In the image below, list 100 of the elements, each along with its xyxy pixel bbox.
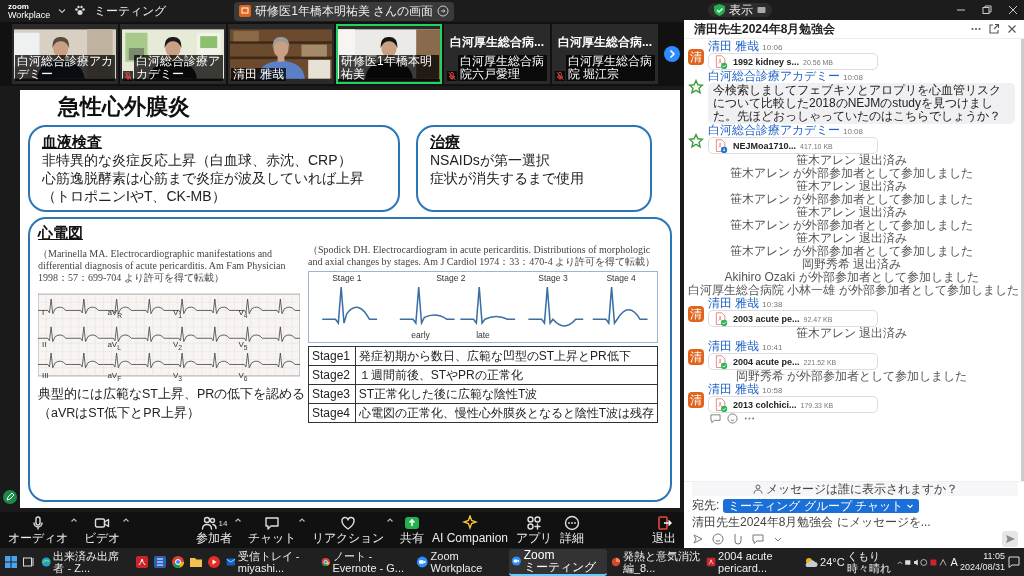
video-tile[interactable]: 白河総合診療アカデミー bbox=[12, 24, 118, 84]
lead-label: II bbox=[41, 339, 47, 349]
toolbar-button[interactable]: チャット bbox=[245, 514, 298, 546]
caret-icon[interactable] bbox=[297, 516, 306, 524]
message-time: 10:08 bbox=[843, 127, 864, 136]
taskbar-item[interactable]: Zoom ミーティング bbox=[509, 548, 607, 576]
notification-icon[interactable] bbox=[1008, 556, 1020, 568]
dropdown-caret-icon[interactable] bbox=[58, 7, 67, 15]
recipient-dropdown[interactable]: ミーティング グループ チャット bbox=[723, 498, 919, 513]
system-message: 笹木アレン 退出済み bbox=[794, 154, 909, 167]
message-time: 10:38 bbox=[762, 300, 783, 309]
participant-tile[interactable]: 白河厚生総合病... 白河厚生総合病院 堀江宗 bbox=[552, 24, 658, 84]
paw-icon bbox=[74, 5, 87, 17]
toolbar-button[interactable]: アプリ bbox=[514, 514, 554, 546]
exit-door-icon bbox=[656, 515, 672, 531]
system-message: 笹木アレン 退出済み bbox=[794, 327, 909, 340]
pop-out-icon[interactable] bbox=[988, 23, 1000, 35]
screen-share-pill[interactable]: 研修医1年橋本明祐美 さんの画面 bbox=[234, 1, 455, 21]
description-cell: 心電図の正常化、慢性心外膜炎となると陰性T波は残存 bbox=[355, 403, 658, 423]
message-time: 10:58 bbox=[762, 386, 783, 395]
emoji-icon[interactable] bbox=[727, 413, 738, 424]
start-button[interactable] bbox=[4, 555, 18, 569]
lead-label: V$_{3}$ bbox=[172, 371, 182, 384]
video-tile[interactable]: 清田 雅哉 bbox=[228, 24, 334, 84]
task-view-icon[interactable] bbox=[22, 555, 36, 569]
caret-icon[interactable] bbox=[70, 516, 78, 524]
send-arrow-icon[interactable] bbox=[692, 533, 704, 545]
system-message: 笹木アレン 退出済み bbox=[795, 180, 908, 193]
body-text: 症状が消失するまで使用 bbox=[430, 169, 585, 187]
taskbar-item[interactable]: ノート - Evernote - G... bbox=[319, 548, 412, 576]
play-icon bbox=[207, 555, 221, 569]
sender-name[interactable]: 白河総合診療アカデミー bbox=[708, 124, 840, 137]
message-time: 10:06 bbox=[762, 43, 783, 52]
arrow-circle-icon[interactable] bbox=[437, 5, 450, 17]
sender-name[interactable]: 清田 雅哉 bbox=[708, 297, 760, 310]
app-logo-text: zoom bbox=[8, 2, 30, 11]
monitor-icon bbox=[757, 6, 766, 14]
attachment-icon[interactable] bbox=[732, 533, 744, 545]
card-heading: 血液検査 bbox=[42, 132, 103, 151]
chat-bubble-icon[interactable] bbox=[752, 533, 764, 545]
taskbar-item[interactable]: Zoom Workplace bbox=[414, 548, 507, 576]
video-tile[interactable]: 白河総合診療アカデミー bbox=[120, 24, 226, 84]
caret-icon[interactable] bbox=[233, 516, 242, 524]
reply-icon[interactable] bbox=[710, 413, 721, 424]
system-message: 笹木アレン が外部参加者として参加しました bbox=[728, 219, 975, 232]
browser-icon bbox=[321, 555, 331, 569]
toolbar-button[interactable]: リアクション bbox=[309, 514, 386, 546]
file-name: 2013 colchici... bbox=[733, 399, 797, 410]
emoji-icon[interactable] bbox=[712, 533, 724, 545]
view-button[interactable]: 表示 bbox=[708, 3, 772, 17]
caret-icon[interactable] bbox=[385, 516, 394, 524]
close-icon[interactable] bbox=[1006, 23, 1018, 35]
taskbar-item[interactable]: 発熱と意気消沈編_8... bbox=[609, 548, 702, 576]
next-page-button[interactable] bbox=[664, 46, 680, 62]
lead-label: V$_{5}$ bbox=[238, 339, 248, 352]
participant-name: 白河総合診療アカデミー bbox=[134, 55, 223, 81]
toolbar-button[interactable]: 詳細 bbox=[558, 514, 586, 546]
presentation-icon bbox=[611, 555, 621, 569]
taskbar-item[interactable]: 出来済み出席者 - Z... bbox=[39, 548, 132, 576]
caret-icon[interactable] bbox=[122, 516, 130, 524]
description-cell: １週間前後、STやPRの正常化 bbox=[355, 365, 658, 385]
logo-avatar-icon bbox=[688, 79, 704, 95]
sender-name[interactable]: 白河総合診療アカデミー bbox=[708, 70, 840, 83]
stage-cell: Stage4 bbox=[308, 403, 356, 423]
send-button[interactable] bbox=[1002, 531, 1018, 547]
pdf-app-icon bbox=[706, 555, 717, 569]
people-icon bbox=[200, 515, 217, 531]
citation-text: （Spodick DH. Electrocardiogram in acute pericarditis. Distributions of morphologic and axial changes by stages. Am J Cardiol 1974：33：470-4 より許可を得て転載） bbox=[308, 244, 657, 268]
participant-tile[interactable]: 白河厚生総合病... 白河厚生総合病院六戸愛理 bbox=[444, 24, 550, 84]
recipient-label: 宛先: bbox=[692, 497, 720, 514]
document-app-icon bbox=[153, 555, 167, 569]
clock[interactable]: 11:05 2024/08/31 bbox=[959, 551, 1005, 573]
lead-label: V$_{2}$ bbox=[172, 339, 182, 352]
sender-name[interactable]: 清田 雅哉 bbox=[708, 383, 760, 396]
citation-text: （Marinella MA. Electrocardiographic manifestations and differential diagnosis of acute pericarditis. Am Fam Physician 1998：57：699-704 より許可を得て転載） bbox=[38, 248, 287, 284]
meeting-tab[interactable]: ミーティング bbox=[94, 2, 167, 20]
toolbar-button[interactable]: 14 参加者 bbox=[193, 514, 234, 546]
taskbar-item[interactable]: 2004 acute pericard... bbox=[704, 548, 797, 576]
video-tile[interactable]: 研修医1年橋本明祐美 bbox=[336, 24, 442, 84]
toolbar-button[interactable]: 退出 bbox=[650, 514, 678, 546]
stage-cell: Stage2 bbox=[308, 365, 356, 385]
toolbar-button[interactable]: AI Companion bbox=[429, 514, 510, 546]
microphone-icon bbox=[30, 515, 46, 531]
system-message: 笹木アレン 退出済み bbox=[795, 206, 908, 219]
input-method-indicator[interactable]: A bbox=[950, 556, 958, 568]
stage-label: Stage 1 bbox=[332, 273, 362, 284]
restore-icon[interactable] bbox=[982, 5, 992, 15]
message-bubble: 今検索しましてフェブキソとアロプリを心血管リスクについて比較した2018のNEJMのstudyを見つけました。先ほどおっしゃっていたのはこちらでしょうか？ bbox=[708, 83, 1015, 124]
sender-name[interactable]: 清田 雅哉 bbox=[708, 340, 760, 353]
lead-label: V$_{1}$ bbox=[172, 308, 182, 320]
chat-bubble-icon bbox=[263, 515, 280, 531]
toolbar-button[interactable]: 共有 bbox=[397, 514, 426, 546]
sender-name[interactable]: 清田 雅哉 bbox=[708, 40, 760, 53]
system-message: 岡野秀希 退出済み bbox=[801, 258, 902, 271]
toolbar-button[interactable]: ビデオ bbox=[82, 514, 122, 546]
person-icon bbox=[752, 484, 763, 494]
taskbar-item[interactable]: 受信トレイ - miyashi... bbox=[224, 548, 317, 576]
pencil-icon[interactable] bbox=[3, 490, 17, 504]
tray-icons-drawing[interactable] bbox=[897, 558, 946, 566]
toolbar-button[interactable]: オーディオ bbox=[6, 514, 70, 546]
